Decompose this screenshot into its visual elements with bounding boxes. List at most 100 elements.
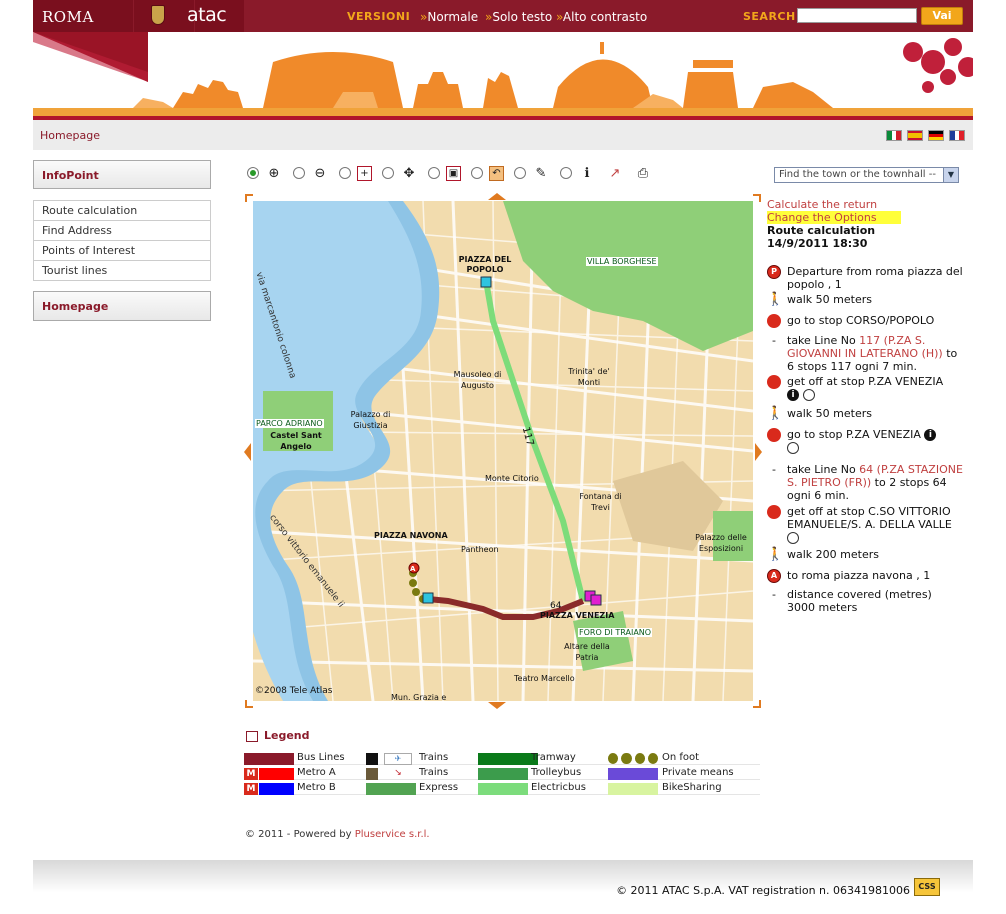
bus-stop-icon [767, 505, 781, 519]
map-label-trinita: Trinita' de' Monti [568, 367, 610, 387]
search-label: SEARCH [743, 10, 796, 23]
version-high-contrast-link[interactable]: »Alto contrasto [556, 10, 647, 24]
tool-radio-info[interactable] [560, 167, 572, 179]
route-step: go to stop P.ZA VENEZIA i [767, 428, 963, 454]
map-label-piazza-popolo: PIAZZA DEL POPOLO [458, 255, 512, 274]
french-flag-icon[interactable] [949, 130, 965, 141]
route-panel: Calculate the return Change the Options … [767, 198, 967, 250]
zoom-out-icon[interactable]: ⊖ [311, 164, 329, 182]
calculate-return-link[interactable]: Calculate the return [767, 198, 967, 211]
clock-icon[interactable] [803, 389, 815, 401]
legend-icon [246, 730, 258, 742]
clock-icon[interactable] [787, 442, 799, 454]
sidebar-item-points-of-interest[interactable]: Points of Interest [33, 241, 211, 261]
top-bar: ROMA atac VERSIONI »Normale »Solo testo … [33, 0, 973, 32]
change-options-link[interactable]: Change the Options [767, 211, 901, 224]
legend-swatch-metro-a [259, 768, 294, 780]
zoom-box-icon[interactable]: + [357, 165, 372, 181]
legend-swatch-trolleybus [478, 768, 528, 780]
pluservice-link[interactable]: Pluservice s.r.l. [355, 829, 430, 840]
version-normal-link[interactable]: »Normale [420, 10, 478, 24]
back-icon[interactable]: ↶ [489, 165, 504, 181]
tool-radio-pan[interactable] [382, 167, 394, 179]
info-icon[interactable]: i [924, 429, 937, 441]
legend-swatch-metro-b [259, 783, 294, 795]
train-logo-icon: ✈ [384, 753, 412, 765]
route-step: - take Line No 64 (P.ZA STAZIONE S. PIET… [772, 463, 963, 502]
search-input[interactable] [797, 8, 917, 23]
powered-by: © 2011 - Powered by Pluservice s.r.l. [245, 829, 430, 840]
route-datetime: 14/9/2011 18:30 [767, 237, 868, 250]
legend-row: Bus Lines ✈ Trains Tramway On foot [244, 750, 760, 765]
rome-crest-icon [134, 0, 194, 32]
legend-swatch-bus [244, 753, 294, 765]
map-label-pantheon: Pantheon [461, 545, 499, 554]
map-label-line-64: 64 [550, 601, 562, 611]
tool-radio-zoom-box[interactable] [339, 167, 351, 179]
sidebar-item-find-address[interactable]: Find Address [33, 221, 211, 241]
map-label-villa-borghese: VILLA BORGHESE [586, 257, 658, 266]
route-step: go to stop CORSO/POPOLO [767, 314, 963, 328]
spanish-flag-icon[interactable] [907, 130, 923, 141]
legend-swatch-express [366, 783, 416, 795]
version-text-only-link[interactable]: »Solo testo [485, 10, 552, 24]
route-step: - take Line No 117 (P.ZA S. GIOVANNI IN … [772, 334, 958, 373]
pan-icon[interactable]: ✥ [400, 164, 418, 182]
info-icon[interactable]: ℹ [578, 164, 596, 182]
tool-radio-zoom-out[interactable] [293, 167, 305, 179]
bus-stop-icon [767, 375, 781, 389]
map-frame-corner [245, 194, 253, 202]
tool-radio-erase[interactable] [514, 167, 526, 179]
sidebar-infopoint[interactable]: InfoPoint [33, 160, 211, 189]
print-icon[interactable]: ⎙ [634, 164, 652, 182]
atac-logo[interactable]: atac [187, 0, 244, 32]
map-label-foro-traiano: FORO DI TRAIANO [578, 628, 653, 637]
clock-icon[interactable] [787, 532, 799, 544]
map-label-castel: Castel Sant Angelo [270, 431, 322, 451]
map-frame-corner [753, 700, 761, 708]
sidebar-item-tourist-lines[interactable]: Tourist lines [33, 261, 211, 281]
breadcrumb-homepage-link[interactable]: Homepage [40, 129, 100, 142]
route-step: - distance covered (metres) 3000 meters [772, 588, 932, 614]
map-label-mun: Mun. Grazia e [391, 693, 447, 701]
map-copyright: ©2008 Tele Atlas [255, 686, 333, 696]
route-map[interactable]: A PIAZZA DEL POPOLO VILLA BORGHESE via m… [253, 201, 753, 701]
zoom-in-icon[interactable]: ⊕ [265, 164, 283, 182]
walk-icon: 🚶 [767, 292, 784, 307]
map-label-fontana-trevi: Fontana di Trevi [579, 492, 622, 512]
walk-icon: 🚶 [767, 547, 784, 562]
town-select[interactable]: Find the town or the townhall -- ▼ [774, 167, 959, 183]
search-button[interactable]: Vai [921, 7, 963, 25]
pan-north-icon[interactable] [488, 193, 506, 200]
pan-south-icon[interactable] [488, 702, 506, 709]
map-label-altare: Altare della Patria [564, 642, 610, 662]
legend-swatch-trains-2 [366, 768, 378, 780]
sidebar-item-route-calculation[interactable]: Route calculation [33, 201, 211, 221]
german-flag-icon[interactable] [928, 130, 944, 141]
sidebar-homepage[interactable]: Homepage [33, 291, 211, 321]
pan-west-icon[interactable] [244, 443, 251, 461]
route-step: get off at stop P.ZA VENEZIA i [767, 375, 963, 401]
map-label-monte-citorio: Monte Citorio [485, 474, 539, 483]
map-label-piazza-navona: PIAZZA NAVONA [374, 531, 448, 540]
map-label-parco-adriano: PARCO ADRIANO [255, 419, 324, 428]
eraser-icon[interactable]: ✎ [532, 164, 550, 182]
roma-logo[interactable]: ROMA [33, 0, 133, 32]
legend-swatch-tramway [478, 753, 538, 765]
tool-radio-full-extent[interactable] [428, 167, 440, 179]
legend-swatch-on-foot [608, 753, 658, 765]
map-frame-corner [753, 194, 761, 202]
info-icon[interactable]: i [787, 389, 799, 401]
italian-flag-icon[interactable] [886, 130, 902, 141]
map-frame-corner [245, 700, 253, 708]
svg-text:A: A [410, 565, 416, 573]
legend-swatch-bikesharing [608, 783, 658, 795]
export-icon[interactable]: ↗ [606, 164, 624, 182]
bus-stop-icon [767, 428, 781, 442]
tool-radio-zoom-in[interactable] [247, 167, 259, 179]
pan-east-icon[interactable] [755, 443, 762, 461]
full-extent-icon[interactable]: ▣ [446, 165, 461, 181]
css-valid-badge[interactable]: CSS [914, 878, 940, 896]
tool-radio-back[interactable] [471, 167, 483, 179]
legend-row: M Metro A ↘ Trains Trolleybus Private me… [244, 765, 760, 780]
